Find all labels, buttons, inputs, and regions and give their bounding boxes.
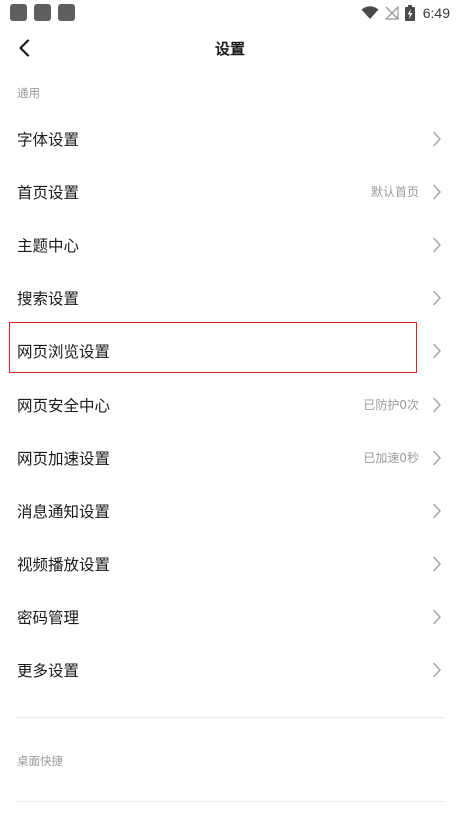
chevron-right-icon [433,450,441,466]
clock-time: 6:49 [422,5,450,21]
row-label: 网页安全中心 [17,396,111,415]
app-notification-icon [10,4,27,21]
settings-row-web-browsing[interactable]: 网页浏览设置 [0,325,460,378]
page-title: 设置 [214,40,245,58]
divider [17,717,444,718]
status-icons: 6:49 [361,3,450,23]
app-notification-icon [34,4,51,21]
settings-row-web-acceleration[interactable]: 网页加速设置 已加速0秒 [0,431,460,484]
settings-list: 字体设置 首页设置 默认首页 主题中心 搜索设置 网页浏览设置 网页安全中心 已… [0,112,460,697]
chevron-right-icon [433,503,441,519]
wifi-icon [361,6,379,19]
settings-row-search[interactable]: 搜索设置 [0,272,460,325]
section-label-desktop-shortcut: 桌面快捷 [17,754,63,768]
row-label: 搜索设置 [17,290,80,309]
row-value: 已防护0次 [363,398,419,413]
chevron-right-icon [433,237,441,253]
row-label: 网页加速设置 [17,449,111,468]
chevron-right-icon [433,556,441,572]
settings-row-homepage[interactable]: 首页设置 默认首页 [0,165,460,218]
chevron-right-icon [433,344,441,359]
chevron-right-icon [433,184,441,200]
row-label: 密码管理 [17,609,80,628]
battery-charging-icon [404,5,415,21]
row-label: 更多设置 [17,662,80,681]
row-label: 消息通知设置 [17,502,111,521]
status-bar: 6:49 [0,0,460,26]
section-label-general: 通用 [17,86,40,100]
settings-row-theme-center[interactable]: 主题中心 [0,218,460,271]
settings-row-video-playback[interactable]: 视频播放设置 [0,538,460,591]
row-label: 首页设置 [17,183,80,202]
app-notification-icon [58,4,75,21]
chevron-right-icon [433,290,441,306]
chevron-right-icon [433,131,441,146]
row-label: 字体设置 [17,130,80,149]
settings-row-password-manager[interactable]: 密码管理 [0,591,460,644]
row-label: 主题中心 [17,236,80,255]
row-label: 视频播放设置 [17,556,111,575]
settings-row-more[interactable]: 更多设置 [0,644,460,697]
chevron-right-icon [433,609,441,625]
divider [17,801,444,802]
settings-row-font[interactable]: 字体设置 [0,112,460,165]
chevron-right-icon [433,663,441,678]
row-value: 已加速0秒 [363,451,419,466]
settings-row-notifications[interactable]: 消息通知设置 [0,484,460,537]
settings-row-web-security[interactable]: 网页安全中心 已防护0次 [0,378,460,431]
no-signal-icon [384,6,399,20]
row-label: 网页浏览设置 [17,343,111,362]
row-value: 默认首页 [370,185,419,200]
header-bar: 设置 [0,28,460,68]
chevron-right-icon [433,397,441,412]
